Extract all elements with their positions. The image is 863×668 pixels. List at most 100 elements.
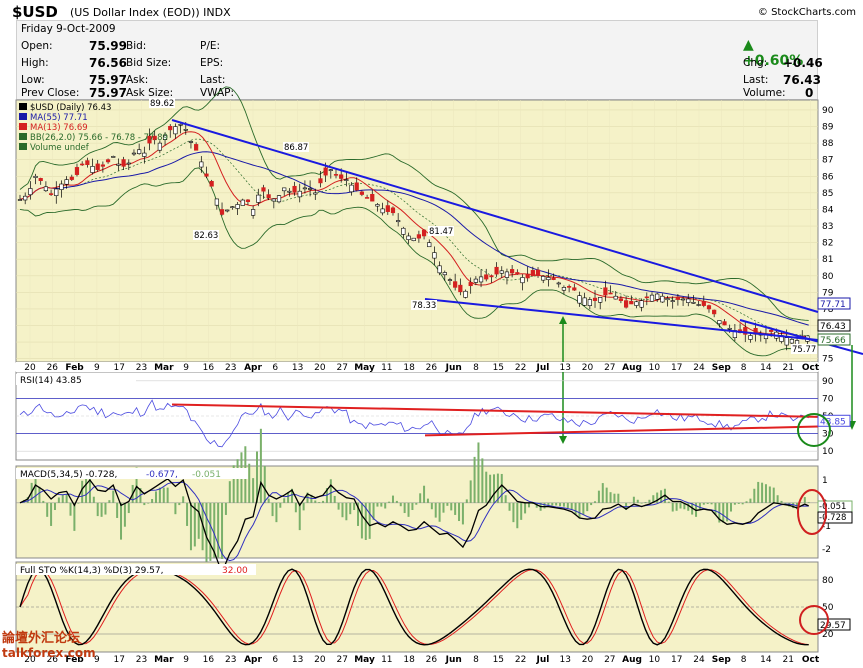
candle-body: [670, 300, 675, 302]
candle-body: [499, 270, 504, 274]
candle-body: [354, 182, 359, 191]
candle-body: [131, 152, 137, 155]
macd-histogram-bar: [298, 502, 301, 531]
x-tick: 8: [741, 363, 747, 373]
candle-body: [287, 190, 292, 193]
x-tick: Jun: [445, 363, 462, 373]
price-y-tick: 90: [822, 106, 834, 116]
candle-body: [572, 287, 577, 291]
candle-body: [623, 300, 629, 308]
price-y-tick: 85: [822, 189, 833, 199]
macd-histogram-bar: [644, 502, 647, 503]
candle-body: [251, 209, 256, 216]
x-tick: 17: [113, 363, 124, 373]
macd-histogram-bar: [221, 502, 224, 559]
candle-body: [618, 298, 624, 301]
candle-body: [230, 206, 235, 208]
macd-histogram-bar: [520, 502, 523, 520]
macd-histogram-bar: [228, 481, 231, 503]
macd-histogram-bar: [679, 502, 682, 509]
macd-histogram-bar: [217, 502, 220, 558]
macd-histogram-bar: [162, 487, 165, 503]
x-tick-bottom: 14: [760, 655, 772, 665]
macd-histogram-bar: [730, 502, 732, 512]
macd-histogram-bar: [485, 471, 488, 503]
macd-histogram-bar: [151, 499, 154, 503]
macd-histogram-bar: [559, 502, 562, 507]
candle-body: [463, 290, 468, 298]
candle-body: [432, 252, 437, 259]
macd-histogram-bar: [123, 502, 126, 527]
candle-body: [706, 305, 712, 310]
macd-histogram-bar: [419, 493, 422, 503]
candle-body: [168, 126, 173, 131]
x-tick-bottom: 9: [183, 655, 189, 665]
x-tick: 26: [426, 363, 438, 373]
price-y-tick: 79: [822, 288, 834, 298]
macd-histogram-bar: [294, 502, 297, 513]
candle-body: [318, 178, 323, 184]
candle-body: [494, 266, 499, 275]
candle-body: [225, 209, 230, 212]
x-tick-bottom: 17: [671, 655, 682, 665]
x-tick-bottom: Sep: [712, 655, 732, 665]
x-tick: 14: [760, 363, 772, 373]
legend-swatch: [19, 103, 27, 110]
candle-body: [411, 237, 416, 242]
candle-body: [794, 340, 800, 345]
macd-histogram-bar: [415, 502, 418, 505]
macd-histogram-bar: [667, 501, 670, 503]
x-tick: Feb: [65, 363, 84, 373]
candle-body: [111, 156, 116, 158]
macd-histogram-bar: [512, 502, 515, 523]
candle-body: [592, 297, 598, 301]
macd-histogram-bar: [252, 478, 255, 503]
price-annotation: 82.63: [194, 231, 218, 241]
macd-histogram-bar: [582, 502, 585, 515]
candle-body: [603, 287, 608, 296]
macd-histogram-bar: [469, 480, 472, 503]
candle-body: [69, 176, 74, 180]
candle-body: [613, 295, 618, 300]
candle-body: [17, 199, 23, 201]
macd-histogram-bar: [259, 428, 262, 503]
candle-body: [712, 309, 717, 315]
macd-histogram-bar: [42, 500, 45, 503]
macd-histogram-bar: [96, 502, 99, 517]
candle-body: [535, 269, 541, 277]
macd-histogram-bar: [749, 498, 752, 503]
candle-body: [520, 277, 525, 284]
candle-body: [328, 169, 333, 171]
candle-body: [245, 199, 251, 203]
x-tick-bottom: 27: [604, 655, 615, 665]
macd-histogram-bar: [376, 502, 379, 507]
x-tick: Sep: [712, 363, 732, 373]
x-tick: May: [354, 363, 375, 373]
candle-body: [577, 295, 582, 304]
watermark-cn: 論壇外汇论坛: [2, 631, 81, 646]
x-tick-bottom: 8: [741, 655, 747, 665]
macd-histogram-bar: [764, 484, 767, 503]
candle-body: [473, 278, 478, 283]
right-tag: 75.66: [820, 336, 846, 346]
macd-histogram-bar: [450, 502, 453, 511]
macd-histogram-bar: [605, 487, 608, 503]
candle-body: [769, 329, 774, 332]
x-tick-bottom: 18: [403, 655, 415, 665]
candle-body: [453, 281, 458, 288]
candle-body: [219, 209, 225, 215]
macd-histogram-bar: [224, 502, 227, 515]
macd-histogram-bar: [524, 502, 527, 514]
rsi-tag: 43.85: [820, 417, 846, 427]
sto-legend-d: 32.00: [222, 566, 248, 576]
macd-histogram-bar: [702, 502, 705, 505]
candle-body: [297, 190, 302, 198]
macd-histogram-bar: [283, 498, 286, 503]
macd-histogram-bar: [465, 499, 468, 503]
macd-histogram-bar: [504, 495, 507, 503]
candle-body: [504, 271, 510, 278]
legend-swatch: [19, 143, 27, 150]
macd-histogram-bar: [65, 494, 68, 503]
candle-body: [447, 279, 453, 281]
macd-histogram-bar: [209, 502, 212, 561]
